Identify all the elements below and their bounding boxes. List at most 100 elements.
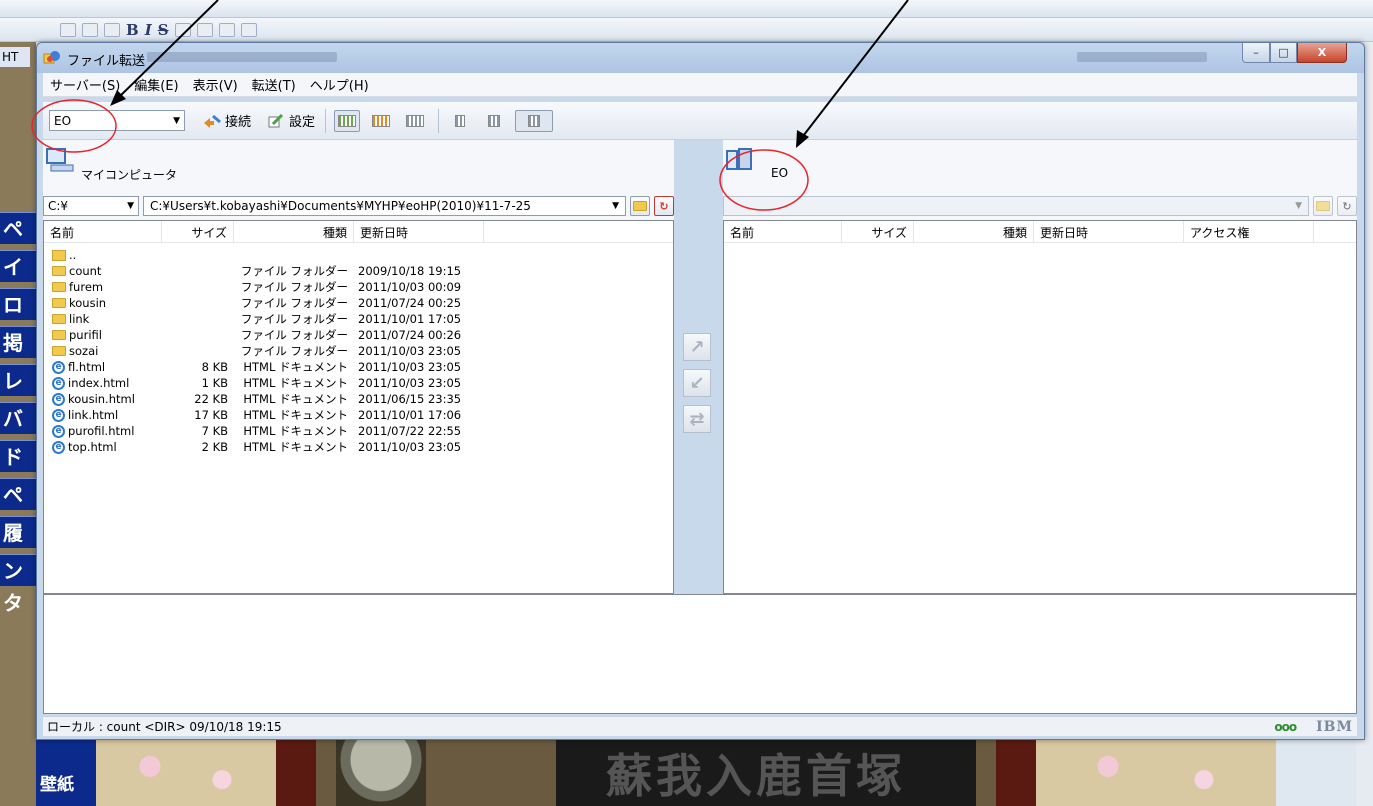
refresh-icon: ↻ [659,199,669,213]
remote-file-list[interactable]: 名前 サイズ 種類 更新日時 アクセス権 [723,220,1357,594]
view-details-button[interactable] [515,109,554,132]
file-type: HTML ドキュメント [243,360,348,374]
table-row[interactable]: e link.html 17 KB HTML ドキュメント 2011/10/01 17:… [44,407,673,423]
file-size [162,327,234,343]
drive-select[interactable]: C:¥ ▼ [43,196,139,216]
refresh-button[interactable]: ↻ [654,196,674,216]
host-side-menu-item[interactable]: イー [0,250,36,311]
file-name: furem [69,280,104,294]
file-name: fl.html [68,360,106,374]
file-date: 2011/10/01 17:05 [358,312,462,326]
server-profile-select[interactable]: EO ▼ [49,110,185,131]
view-list-button[interactable] [481,110,507,132]
status-text: ローカル : count <DIR> 09/10/18 19:15 [47,720,282,734]
file-date: 2011/06/15 23:35 [358,392,462,406]
menu-view[interactable]: 表示(V) [186,75,245,94]
arrow-up-right-icon: ↗ [689,336,705,358]
table-row[interactable]: furem ファイル フォルダー 2011/10/03 00:09 [44,279,673,295]
file-date: 2011/10/03 23:05 [358,344,462,358]
upload-button[interactable]: ↗ [683,333,711,361]
table-row[interactable]: e purofil.html 7 KB HTML ドキュメント 2011/07/22 2… [44,423,673,439]
host-side-menu-item[interactable]: ドシ [0,440,36,501]
host-side-menu-item[interactable]: ンタ [0,554,36,615]
column-name[interactable]: 名前 [724,221,842,242]
host-side-menu-item[interactable]: ペー [0,478,36,539]
html-file-icon: e [52,376,65,390]
column-size[interactable]: サイズ [162,221,234,242]
title-ghost-text [1077,52,1207,62]
menu-server[interactable]: サーバー(S) [43,75,127,94]
table-row[interactable]: link ファイル フォルダー 2011/10/01 17:05 [44,311,673,327]
file-name: kousin.html [68,392,135,406]
remote-refresh-button[interactable]: ↻ [1337,196,1357,216]
host-table-button[interactable] [240,22,257,37]
table-row[interactable]: e fl.html 8 KB HTML ドキュメント 2011/10/03 23:05 [44,359,673,375]
host-side-menu-item[interactable]: 履歴 [0,516,36,577]
table-row[interactable]: e index.html 1 KB HTML ドキュメント 2011/10/03 23:… [44,375,673,391]
file-date: 2011/10/03 23:05 [358,376,462,390]
italic-icon[interactable]: I [145,21,152,39]
view-tree-button[interactable] [447,110,473,132]
settings-button[interactable]: 設定 [267,111,315,130]
flower-image [1036,740,1276,806]
host-font-shrink-button[interactable] [196,22,213,37]
host-side-menu-item[interactable]: レバ [0,364,36,425]
menu-edit[interactable]: 編集(E) [127,75,185,94]
file-type: HTML ドキュメント [243,440,348,454]
menu-help[interactable]: ヘルプ(H) [303,75,376,94]
host-list-button[interactable] [60,22,76,37]
host-tab-label[interactable]: HT [0,47,30,67]
toolbar-separator [438,108,440,133]
table-row[interactable]: kousin ファイル フォルダー 2011/07/24 00:25 [44,295,673,311]
column-date[interactable]: 更新日時 [354,221,484,242]
view-remote-pane-button[interactable] [402,110,428,132]
host-side-menu-item[interactable]: ペ [0,212,36,244]
minimize-button[interactable]: – [1242,43,1270,63]
maximize-button[interactable]: □ [1270,43,1297,63]
local-file-list[interactable]: 名前 サイズ 種類 更新日時 .. count ファイル フォルダー 2009/10… [43,220,674,594]
host-side-menu-item[interactable]: 掲示 [0,326,36,387]
local-path-text: C:¥Users¥t.kobayashi¥Documents¥MYHP¥eoHP… [150,199,531,213]
column-access[interactable]: アクセス権 [1184,221,1314,242]
download-button[interactable]: ↙ [683,369,711,397]
up-folder-icon [633,201,647,211]
host-indent-button[interactable] [82,22,98,37]
remote-parent-folder-button[interactable] [1313,196,1333,216]
host-color-button[interactable] [218,22,235,37]
column-type[interactable]: 種類 [234,221,354,242]
html-file-icon: e [52,360,65,374]
file-size [162,311,234,327]
view-both-panes-button[interactable] [334,109,361,132]
table-row[interactable]: sozai ファイル フォルダー 2011/10/03 23:05 [44,343,673,359]
remote-path-combo[interactable]: ▼ [723,196,1309,216]
log-area[interactable] [43,594,1357,714]
column-date[interactable]: 更新日時 [1034,221,1184,242]
view-local-pane-button[interactable] [368,110,394,132]
local-path-combo[interactable]: C:¥Users¥t.kobayashi¥Documents¥MYHP¥eoHP… [143,196,626,216]
title-bar[interactable]: ファイル転送 – □ X [37,43,1364,73]
column-name[interactable]: 名前 [44,221,162,242]
wallpaper-label[interactable]: 壁紙 [36,740,96,806]
table-row[interactable]: count ファイル フォルダー 2009/10/18 19:15 [44,263,673,279]
host-font-grow-button[interactable] [174,22,191,37]
connect-button[interactable]: 接続 [203,111,251,130]
file-size [162,279,234,295]
host-toolbar-top [0,0,1373,18]
host-outdent-button[interactable] [104,22,120,37]
parent-folder-button[interactable] [630,196,650,216]
host-side-menu-item[interactable]: ロク [0,288,36,349]
close-button[interactable]: X [1297,43,1347,63]
file-transfer-window: ファイル転送 – □ X サーバー(S) 編集(E) 表示(V) 転送(T) ヘ… [36,42,1365,740]
bold-icon[interactable]: B [126,21,139,39]
strike-icon[interactable]: S [158,21,169,39]
host-side-menu-item[interactable]: バム [0,402,36,463]
column-type[interactable]: 種類 [914,221,1034,242]
table-row[interactable]: e kousin.html 22 KB HTML ドキュメント 2011/06/15 2… [44,391,673,407]
menu-transfer[interactable]: 転送(T) [245,75,303,94]
sync-button[interactable]: ⇄ [683,405,711,433]
table-row[interactable]: purifil ファイル フォルダー 2011/07/24 00:26 [44,327,673,343]
tree-icon [455,114,466,127]
parent-row[interactable]: .. [44,247,673,263]
column-size[interactable]: サイズ [842,221,914,242]
table-row[interactable]: e top.html 2 KB HTML ドキュメント 2011/10/03 23:05 [44,439,673,455]
